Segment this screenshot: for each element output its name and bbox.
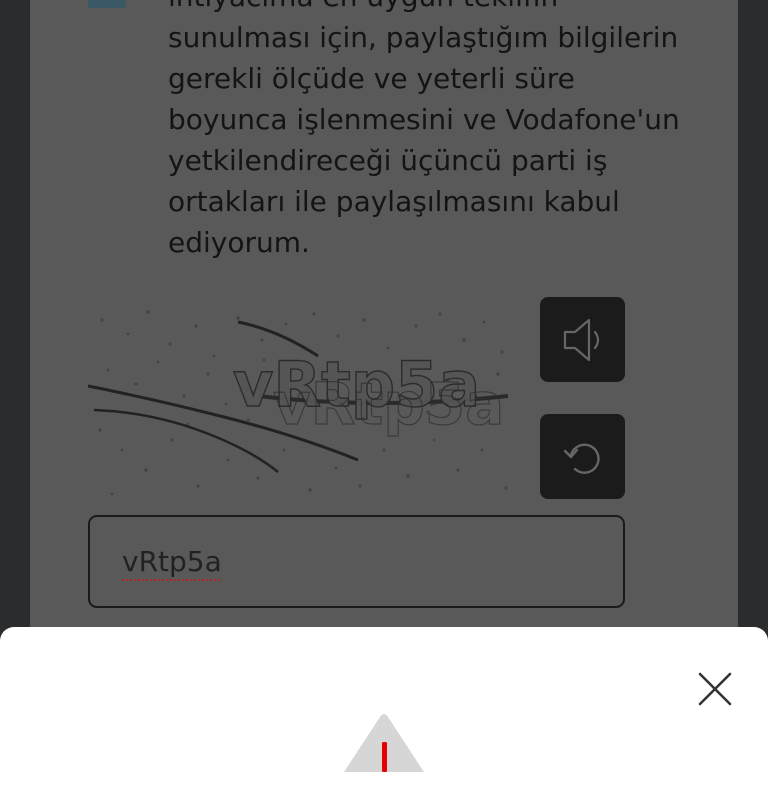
close-icon xyxy=(698,672,732,706)
captcha-refresh-button[interactable] xyxy=(540,414,625,499)
consent-line: boyunca işlenmesini ve Vodafone'un xyxy=(168,103,680,136)
consent-line: sunulması için, paylaştığım bilgilerin xyxy=(168,21,679,54)
consent-checkbox[interactable] xyxy=(88,0,126,8)
close-button[interactable] xyxy=(697,671,733,707)
consent-line: ediyorum. xyxy=(168,226,310,259)
captcha-text-shadow: vRtp5a xyxy=(273,370,504,438)
consent-text: ihtiyacıma en uygun teklifin sunulması i… xyxy=(168,0,698,263)
consent-line: yetkilendireceği üçüncü parti iş xyxy=(168,144,608,177)
captcha-input[interactable]: vRtp5a xyxy=(88,515,625,608)
consent-line: ortakları ile paylaşılmasını kabul xyxy=(168,185,620,218)
speaker-icon xyxy=(563,318,599,361)
consent-line: gerekli ölçüde ve yeterli süre xyxy=(168,62,575,95)
captcha-image: vRtp5a vRtp5a xyxy=(87,300,516,500)
warning-icon xyxy=(344,712,424,772)
refresh-icon xyxy=(563,443,600,474)
captcha-input-value: vRtp5a xyxy=(122,545,222,578)
captcha-audio-button[interactable] xyxy=(540,297,625,382)
consent-line: ihtiyacıma en uygun teklifin xyxy=(168,0,698,17)
